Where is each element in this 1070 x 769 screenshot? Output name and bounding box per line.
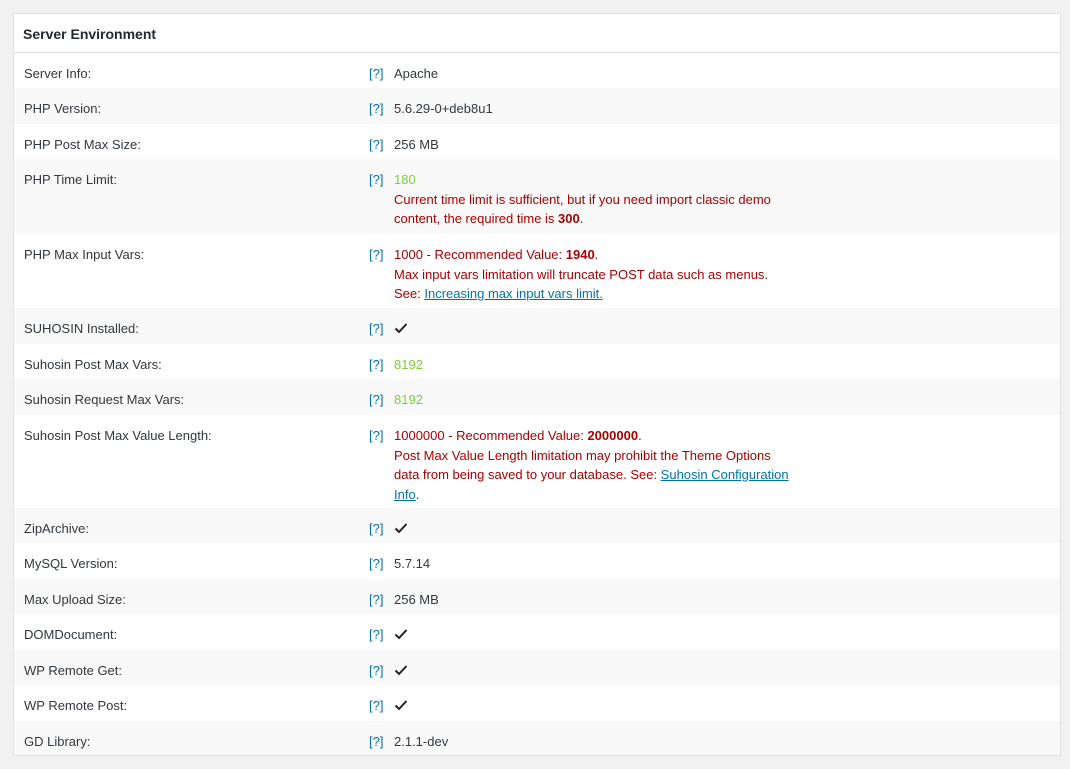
help-link[interactable]: [?] — [359, 135, 394, 155]
row-gd-library: GD Library: [?] 2.1.1-dev — [14, 721, 1060, 755]
panel-title: Server Environment — [14, 14, 1060, 53]
help-link[interactable]: [?] — [359, 245, 394, 265]
row-label: Suhosin Post Max Vars: — [24, 357, 162, 372]
row-suhosin-post-max-vars: Suhosin Post Max Vars: [?] 8192 — [14, 344, 1060, 379]
help-link[interactable]: [?] — [359, 99, 394, 119]
max-input-value: 1000 - Recommended Value: 1940. — [394, 247, 599, 262]
row-label: ZipArchive: — [24, 521, 90, 536]
row-label: Suhosin Post Max Value Length: — [24, 428, 212, 443]
row-label: PHP Max Input Vars: — [24, 247, 145, 262]
checkmark-icon — [394, 629, 408, 640]
row-suhosin-post-max-value-length: Suhosin Post Max Value Length: [?] 10000… — [14, 415, 1060, 508]
max-input-vars-link[interactable]: Increasing max input vars limit. — [424, 286, 602, 301]
help-link[interactable]: [?] — [359, 170, 394, 190]
checkmark-icon — [394, 323, 408, 334]
row-label: Max Upload Size: — [24, 592, 126, 607]
row-domdocument: DOMDocument: [?] — [14, 614, 1060, 650]
row-php-time-limit: PHP Time Limit: [?] 180 Current time lim… — [14, 159, 1060, 234]
row-value — [394, 319, 794, 339]
row-server-info: Server Info: [?] Apache — [14, 53, 1060, 88]
help-link[interactable]: [?] — [359, 390, 394, 410]
server-environment-panel: Server Environment Server Info: [?] Apac… — [13, 13, 1061, 756]
row-php-post-max-size: PHP Post Max Size: [?] 256 MB — [14, 124, 1060, 159]
help-link[interactable]: [?] — [359, 355, 394, 375]
row-label: SUHOSIN Installed: — [24, 321, 139, 336]
help-link[interactable]: [?] — [359, 590, 394, 610]
row-value: Apache — [394, 66, 439, 81]
row-label: WP Remote Get: — [24, 663, 123, 678]
row-wp-remote-get: WP Remote Get: [?] — [14, 650, 1060, 685]
help-link[interactable]: [?] — [359, 696, 394, 716]
row-value: 256 MB — [394, 137, 439, 152]
post-max-value-warning: Post Max Value Length limitation may pro… — [394, 447, 789, 502]
row-label: WP Remote Post: — [24, 698, 128, 713]
row-value: 5.7.14 — [394, 556, 431, 571]
row-label: DOMDocument: — [24, 627, 118, 642]
row-label: Suhosin Request Max Vars: — [24, 392, 185, 407]
help-link[interactable]: [?] — [359, 64, 394, 84]
post-max-value: 1000000 - Recommended Value: 2000000. — [394, 428, 642, 443]
row-value: 8192 — [394, 357, 423, 372]
max-input-see: See: Increasing max input vars limit. — [394, 286, 603, 301]
row-value: 1000 - Recommended Value: 1940. Max inpu… — [394, 245, 794, 304]
checkmark-icon — [394, 700, 408, 711]
help-link[interactable]: [?] — [359, 625, 394, 645]
time-limit-warning: Current time limit is sufficient, but if… — [394, 191, 771, 227]
help-link[interactable]: [?] — [359, 732, 394, 752]
row-label: GD Library: — [24, 734, 91, 749]
max-input-warning: Max input vars limitation will truncate … — [394, 266, 769, 282]
checkmark-icon — [394, 665, 408, 676]
row-mysql-version: MySQL Version: [?] 5.7.14 — [14, 543, 1060, 579]
row-value — [394, 661, 794, 681]
row-label: PHP Version: — [24, 101, 102, 116]
help-link[interactable]: [?] — [359, 661, 394, 681]
row-label: MySQL Version: — [24, 556, 118, 571]
row-value: 1000000 - Recommended Value: 2000000. Po… — [394, 426, 789, 504]
row-max-upload-size: Max Upload Size: [?] 256 MB — [14, 579, 1060, 614]
row-suhosin-request-max-vars: Suhosin Request Max Vars: [?] 8192 — [14, 379, 1060, 415]
status-table: Server Info: [?] Apache PHP Version: [?]… — [14, 53, 1060, 755]
help-link[interactable]: [?] — [359, 319, 394, 339]
row-wp-remote-post: WP Remote Post: [?] — [14, 685, 1060, 721]
help-link[interactable]: [?] — [359, 426, 394, 446]
row-value: 5.6.29-0+deb8u1 — [394, 101, 493, 116]
help-link[interactable]: [?] — [359, 554, 394, 574]
row-suhosin-installed: SUHOSIN Installed: [?] — [14, 308, 1060, 344]
time-limit-value: 180 — [394, 172, 416, 187]
row-value — [394, 519, 794, 539]
checkmark-icon — [394, 523, 408, 534]
row-label: Server Info: — [24, 66, 92, 81]
row-value: 8192 — [394, 392, 423, 407]
row-value: 256 MB — [394, 592, 439, 607]
help-link[interactable]: [?] — [359, 519, 394, 539]
row-ziparchive: ZipArchive: [?] — [14, 508, 1060, 543]
row-value — [394, 625, 794, 645]
row-label: PHP Post Max Size: — [24, 137, 141, 152]
row-value: 180 Current time limit is sufficient, bu… — [394, 170, 794, 229]
row-label: PHP Time Limit: — [24, 172, 117, 187]
row-value — [394, 696, 794, 716]
row-value: 2.1.1-dev — [394, 734, 449, 749]
row-php-max-input-vars: PHP Max Input Vars: [?] 1000 - Recommend… — [14, 234, 1060, 308]
row-php-version: PHP Version: [?] 5.6.29-0+deb8u1 — [14, 88, 1060, 124]
